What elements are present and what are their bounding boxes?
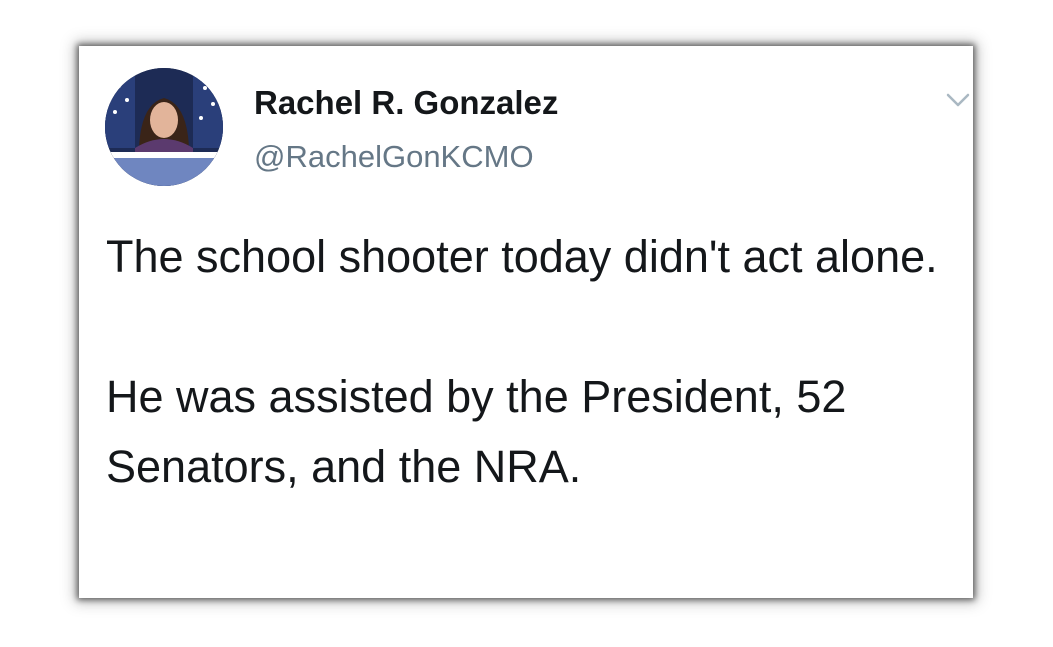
- avatar[interactable]: [105, 68, 223, 186]
- user-handle[interactable]: @RachelGonKCMO: [254, 139, 534, 175]
- tweet-paragraph: He was assisted by the President, 52 Sen…: [106, 371, 847, 492]
- display-name[interactable]: Rachel R. Gonzalez: [254, 84, 558, 122]
- tweet-text: The school shooter today didn't act alon…: [106, 222, 956, 502]
- chevron-down-icon[interactable]: [945, 90, 971, 110]
- tweet-card: Rachel R. Gonzalez @RachelGonKCMO The sc…: [79, 46, 973, 598]
- profile-photo-icon: [105, 68, 223, 186]
- tweet-paragraph: The school shooter today didn't act alon…: [106, 231, 938, 282]
